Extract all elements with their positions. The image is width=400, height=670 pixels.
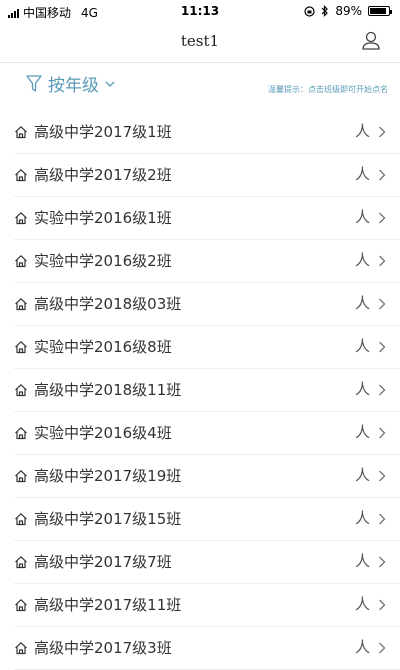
chevron-right-icon[interactable] — [378, 384, 386, 396]
home-icon — [15, 298, 27, 311]
chevron-right-icon[interactable] — [378, 470, 386, 482]
class-name: 高级中学2017级3班 — [34, 639, 172, 657]
class-name: 高级中学2018级03班 — [34, 295, 182, 313]
roll-call-button[interactable]: 人 — [355, 421, 370, 442]
roll-call-button[interactable]: 人 — [355, 206, 370, 227]
class-row[interactable]: 实验中学2016级2班 人 — [14, 240, 400, 283]
class-row[interactable]: 实验中学2016级8班 人 — [14, 326, 400, 369]
battery-icon — [368, 6, 392, 16]
home-icon — [15, 384, 27, 397]
home-icon — [15, 169, 27, 182]
chevron-right-icon[interactable] — [378, 427, 386, 439]
chevron-right-icon[interactable] — [378, 642, 386, 654]
class-row[interactable]: 高级中学2017级7班 人 — [14, 541, 400, 584]
user-icon[interactable] — [360, 30, 382, 52]
class-row[interactable]: 高级中学2017级19班 人 — [14, 455, 400, 498]
home-icon — [15, 126, 27, 139]
class-name: 高级中学2017级19班 — [34, 467, 182, 485]
roll-call-button[interactable]: 人 — [355, 378, 370, 399]
chevron-right-icon[interactable] — [378, 341, 386, 353]
class-name: 实验中学2016级2班 — [34, 252, 172, 270]
roll-call-button[interactable]: 人 — [355, 464, 370, 485]
chevron-right-icon[interactable] — [378, 169, 386, 181]
grade-filter-button[interactable]: 按年级 — [26, 71, 115, 96]
status-bar: 中国移动 4G 11:13 89% — [0, 0, 400, 22]
class-row[interactable]: 高级中学2017级1班 人 — [14, 111, 400, 154]
class-name: 高级中学2017级7班 — [34, 553, 172, 571]
nav-bar: test1 — [0, 22, 400, 63]
orientation-lock-icon — [304, 5, 315, 17]
class-name: 高级中学2017级15班 — [34, 510, 182, 528]
funnel-icon — [26, 74, 42, 92]
home-icon — [15, 599, 27, 612]
class-name: 高级中学2018级11班 — [34, 381, 182, 399]
class-row[interactable]: 高级中学2017级15班 人 — [14, 498, 400, 541]
home-icon — [15, 556, 27, 569]
class-row[interactable]: 高级中学2017级2班 人 — [14, 154, 400, 197]
filter-bar: 按年级 温馨提示：点击班级即可开始点名 — [0, 63, 400, 111]
class-row[interactable]: 实验中学2016级1班 人 — [14, 197, 400, 240]
class-name: 高级中学2017级2班 — [34, 166, 172, 184]
grade-filter-label: 按年级 — [48, 76, 99, 96]
battery-fill — [370, 8, 387, 14]
class-name: 实验中学2016级4班 — [34, 424, 172, 442]
roll-call-button[interactable]: 人 — [355, 249, 370, 270]
home-icon — [15, 255, 27, 268]
chevron-right-icon[interactable] — [378, 255, 386, 267]
chevron-down-icon — [105, 81, 115, 87]
roll-call-button[interactable]: 人 — [355, 507, 370, 528]
home-icon — [15, 341, 27, 354]
class-row[interactable]: 高级中学2018级03班 人 — [14, 283, 400, 326]
chevron-right-icon[interactable] — [378, 126, 386, 138]
roll-call-button[interactable]: 人 — [355, 550, 370, 571]
roll-call-button[interactable]: 人 — [355, 593, 370, 614]
home-icon — [15, 513, 27, 526]
home-icon — [15, 470, 27, 483]
chevron-right-icon[interactable] — [378, 599, 386, 611]
class-name: 高级中学2017级11班 — [34, 596, 182, 614]
home-icon — [15, 212, 27, 225]
chevron-right-icon[interactable] — [378, 298, 386, 310]
class-row[interactable]: 高级中学2017级3班 人 — [14, 627, 400, 670]
class-row[interactable]: 实验中学2016级4班 人 — [14, 412, 400, 455]
class-name: 实验中学2016级1班 — [34, 209, 172, 227]
class-name: 实验中学2016级8班 — [34, 338, 172, 356]
home-icon — [15, 642, 27, 655]
roll-call-button[interactable]: 人 — [355, 335, 370, 356]
roll-call-button[interactable]: 人 — [355, 120, 370, 141]
status-right: 89% — [304, 4, 392, 18]
hint-text: 温馨提示：点击班级即可开始点名 — [268, 85, 388, 94]
chevron-right-icon[interactable] — [378, 513, 386, 525]
battery-percent: 89% — [335, 4, 362, 18]
roll-call-button[interactable]: 人 — [355, 292, 370, 313]
home-icon — [15, 427, 27, 440]
roll-call-button[interactable]: 人 — [355, 163, 370, 184]
chevron-right-icon[interactable] — [378, 556, 386, 568]
bluetooth-icon — [321, 5, 329, 17]
class-row[interactable]: 高级中学2018级11班 人 — [14, 369, 400, 412]
class-list: 高级中学2017级1班人高级中学2017级2班人实验中学2016级1班人实验中学… — [0, 111, 400, 670]
class-row[interactable]: 高级中学2017级11班 人 — [14, 584, 400, 627]
roll-call-button[interactable]: 人 — [355, 636, 370, 657]
page-title: test1 — [180, 32, 220, 50]
chevron-right-icon[interactable] — [378, 212, 386, 224]
class-name: 高级中学2017级1班 — [34, 123, 172, 141]
